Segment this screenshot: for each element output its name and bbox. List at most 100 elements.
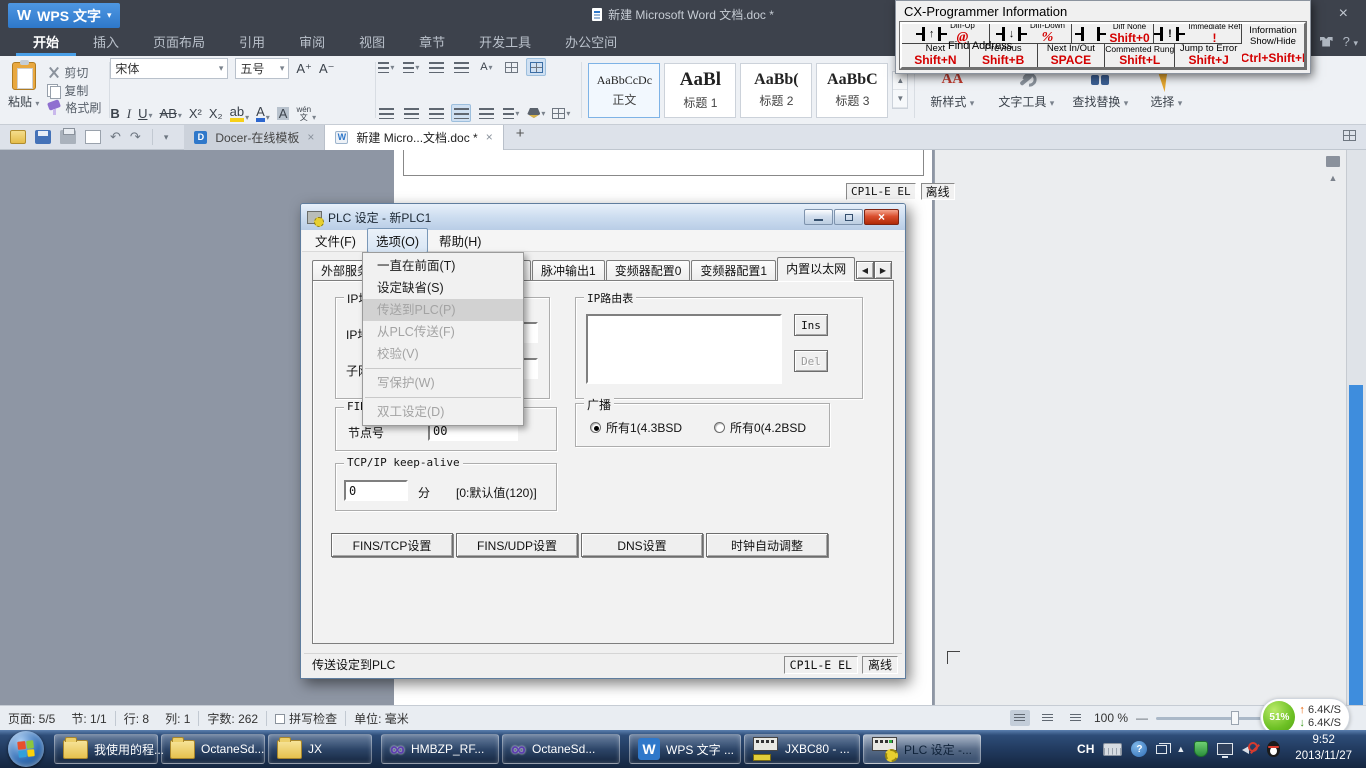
- tab-builtin-ethernet[interactable]: 内置以太网: [777, 257, 855, 281]
- taskbar-folder-2[interactable]: OctaneSd...: [161, 734, 265, 764]
- find-next-cell[interactable]: Next Shift+N: [902, 44, 970, 67]
- style-heading1[interactable]: AaBl 标题 1: [664, 63, 736, 118]
- new-tab-button[interactable]: +: [504, 125, 537, 150]
- view-mode-outline-icon[interactable]: [1038, 710, 1058, 726]
- help-tray-icon[interactable]: ?: [1131, 741, 1147, 757]
- help-button[interactable]: ? ▾: [1343, 34, 1358, 49]
- italic-button[interactable]: I: [127, 107, 131, 120]
- ribbon-tab-page-layout[interactable]: 页面布局: [136, 30, 222, 56]
- ins-button[interactable]: Ins: [794, 314, 828, 336]
- skin-icon[interactable]: [1320, 37, 1333, 47]
- decrease-indent-button[interactable]: [426, 58, 446, 76]
- close-tab-icon[interactable]: ×: [307, 130, 314, 144]
- scrollbar-thumb[interactable]: [1349, 385, 1363, 705]
- taskbar-folder-3[interactable]: JX: [268, 734, 372, 764]
- clock[interactable]: 9:52 2013/11/27: [1289, 733, 1358, 764]
- increase-indent-button[interactable]: [451, 58, 471, 76]
- diff-down-cell[interactable]: ↓ Diff-Down %: [990, 24, 1072, 44]
- style-normal[interactable]: AaBbCcDc 正文: [588, 63, 660, 118]
- ribbon-tab-view[interactable]: 视图: [342, 30, 402, 56]
- shading-bucket-button[interactable]: ▾: [526, 104, 546, 122]
- view-mode-web-icon[interactable]: [1066, 710, 1086, 726]
- information-show-hide-cell[interactable]: Information Show/Hide Ctrl+Shift+I: [1242, 24, 1304, 67]
- menu-item-always-on-top[interactable]: 一直在前面(T): [363, 255, 523, 277]
- font-size-select[interactable]: 五号▾: [235, 58, 289, 79]
- taskbar-jxbc80[interactable]: JXBC80 - ...: [744, 734, 860, 764]
- distribute-button[interactable]: [476, 104, 496, 122]
- align-left-button[interactable]: [376, 104, 396, 122]
- fins-udp-settings-button[interactable]: FINS/UDP设置: [456, 533, 578, 557]
- del-button[interactable]: Del: [794, 350, 828, 372]
- qq-icon[interactable]: [1267, 741, 1280, 757]
- pinyin-guide-button[interactable]: wén文 ▾: [296, 106, 316, 122]
- menu-item-transfer-to-plc[interactable]: 传送到PLC(P): [363, 299, 523, 321]
- immediate-ref-cell[interactable]: ! Immediate Ref !: [1154, 24, 1242, 44]
- qat-dropdown-icon[interactable]: ▾: [164, 130, 169, 144]
- print-preview-icon[interactable]: [85, 130, 101, 144]
- show-hidden-icons[interactable]: ▲: [1176, 744, 1185, 754]
- ip-route-listbox[interactable]: [586, 314, 782, 384]
- styles-scroll-down[interactable]: ▼: [893, 90, 907, 108]
- taskbar-vs-2[interactable]: ∞ OctaneSd...: [502, 734, 620, 764]
- network-icon[interactable]: [1217, 743, 1233, 755]
- ribbon-tab-home[interactable]: 开始: [16, 30, 76, 56]
- font-color-button[interactable]: A▾: [256, 105, 270, 122]
- menu-options[interactable]: 选项(O): [367, 228, 428, 253]
- next-in-out-cell[interactable]: Next In/Out SPACE: [1038, 44, 1106, 67]
- print-icon[interactable]: [60, 130, 76, 144]
- language-indicator[interactable]: CH: [1077, 742, 1094, 756]
- menu-help[interactable]: 帮助(H): [430, 228, 490, 253]
- zoom-out-icon[interactable]: —: [1136, 711, 1148, 725]
- ribbon-tab-insert[interactable]: 插入: [76, 30, 136, 56]
- tab-inverter-config1[interactable]: 变频器配置1: [691, 260, 776, 281]
- view-mode-page-icon[interactable]: [1010, 710, 1030, 726]
- shrink-font-button[interactable]: A⁻: [319, 62, 335, 75]
- format-painter-button[interactable]: 格式刷: [47, 99, 101, 116]
- show-marks-button[interactable]: [526, 58, 546, 76]
- text-scale-button[interactable]: A▾: [476, 58, 496, 76]
- copy-button[interactable]: 复制: [47, 82, 101, 99]
- strikethrough-button[interactable]: AB▾: [160, 107, 182, 120]
- undo-icon[interactable]: ↶: [110, 130, 121, 144]
- ribbon-tab-section[interactable]: 章节: [402, 30, 462, 56]
- cloud-progress-badge[interactable]: 51%: [1263, 701, 1295, 733]
- zoom-level[interactable]: 100 %: [1094, 711, 1128, 725]
- borders-button[interactable]: ▾: [551, 104, 571, 122]
- volume-muted-icon[interactable]: [1242, 742, 1258, 756]
- zoom-slider[interactable]: [1156, 717, 1266, 720]
- dialog-maximize-button[interactable]: [834, 209, 863, 225]
- diff-none-cell[interactable]: Diff None Shift+0: [1072, 24, 1154, 44]
- keyboard-icon[interactable]: [1103, 743, 1122, 756]
- find-previous-cell[interactable]: Previous Shift+B: [970, 44, 1038, 67]
- task-pane-toggle-icon[interactable]: [1343, 130, 1366, 144]
- fins-tcp-settings-button[interactable]: FINS/TCP设置: [331, 533, 453, 557]
- subscript-button[interactable]: X₂: [209, 107, 223, 120]
- close-tab-icon[interactable]: ×: [486, 130, 493, 144]
- superscript-button[interactable]: X²: [189, 107, 202, 120]
- dns-settings-button[interactable]: DNS设置: [581, 533, 703, 557]
- line-spacing-button[interactable]: ▾: [501, 104, 521, 122]
- keepalive-field[interactable]: 0: [344, 480, 408, 501]
- style-heading3[interactable]: AaBbC 标题 3: [816, 63, 888, 118]
- background-scrollbar[interactable]: [1346, 148, 1366, 705]
- broadcast-all0-radio[interactable]: 所有0(4.2BSD: [714, 419, 806, 436]
- menu-item-verify[interactable]: 校验(V): [363, 343, 523, 365]
- char-shading-button[interactable]: A: [277, 107, 290, 120]
- tab-scroll-right-icon[interactable]: ▶: [874, 261, 892, 279]
- ribbon-tab-office-space[interactable]: 办公空间: [548, 30, 634, 56]
- dialog-close-button[interactable]: ×: [864, 209, 899, 225]
- align-center-button[interactable]: [401, 104, 421, 122]
- menu-file[interactable]: 文件(F): [306, 228, 365, 253]
- menu-item-set-defaults[interactable]: 设定缺省(S): [363, 277, 523, 299]
- justify-button[interactable]: [451, 104, 471, 122]
- word-count[interactable]: 字数: 262: [199, 710, 266, 727]
- bold-button[interactable]: B: [110, 107, 119, 120]
- diff-up-cell[interactable]: ↑ Diff-Up @: [902, 24, 990, 44]
- dialog-titlebar[interactable]: PLC 设定 - 新PLC1 ×: [301, 204, 905, 230]
- doc-tab-docer[interactable]: D Docer-在线模板 ×: [184, 125, 325, 150]
- doc-tab-current[interactable]: W 新建 Micro...文档.doc * ×: [325, 125, 503, 150]
- ribbon-tab-developer[interactable]: 开发工具: [462, 30, 548, 56]
- spellcheck-toggle[interactable]: 拼写检查: [267, 710, 345, 727]
- taskbar-wps[interactable]: W WPS 文字 ...: [629, 734, 741, 764]
- panel-picture-icon[interactable]: [1326, 156, 1340, 167]
